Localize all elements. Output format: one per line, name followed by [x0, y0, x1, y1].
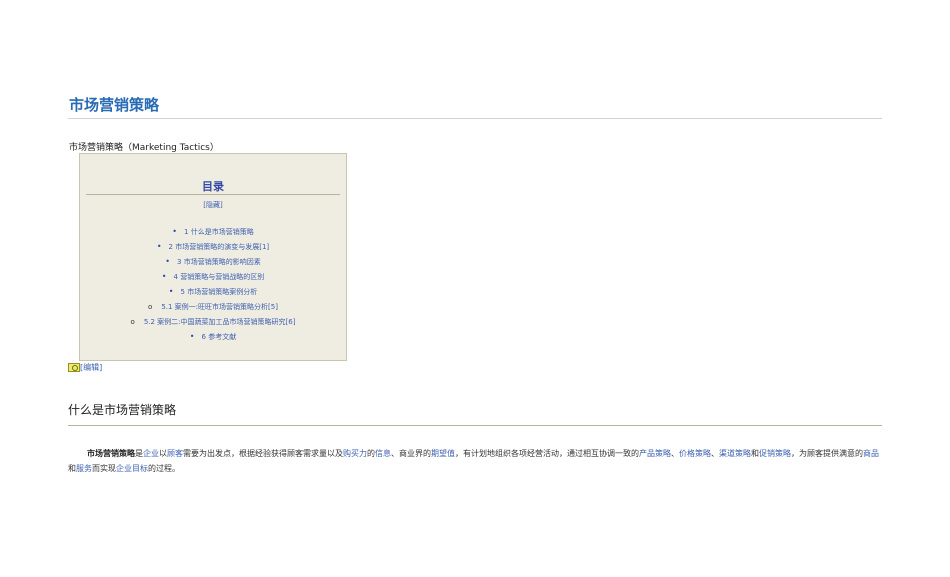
- section-heading: 什么是市场营销策略: [68, 403, 177, 417]
- toc-link[interactable]: 5 市场营销策略案例分析: [181, 288, 258, 296]
- text-run: 、: [671, 449, 679, 458]
- toc-item: • 3 市场营销策略的影响因素: [80, 257, 346, 267]
- inline-link[interactable]: 产品策略: [639, 449, 671, 458]
- toc-item: o 5.1 案例一:旺旺市场营销策略分析[5]: [80, 302, 346, 312]
- inline-link[interactable]: 企业目标: [116, 464, 148, 473]
- text-run: 需要为出发点，根据经验获得顾客需求量以及: [183, 449, 343, 458]
- inline-link[interactable]: 企业: [143, 449, 159, 458]
- toc-title: 目录: [202, 180, 224, 193]
- text-run: 是: [135, 449, 143, 458]
- toc-item: • 6 参考文献: [80, 332, 346, 342]
- toc-item: • 1 什么是市场营销策略: [80, 227, 346, 237]
- toc-item: o 5.2 案例二:中国蔬菜加工品市场营销策略研究[6]: [80, 317, 346, 327]
- section-divider: [68, 425, 882, 426]
- inline-link[interactable]: 购买力: [343, 449, 367, 458]
- toc-divider: [86, 194, 340, 195]
- inline-link[interactable]: 顾客: [167, 449, 183, 458]
- text-run: 、: [711, 449, 719, 458]
- bullet-icon: •: [172, 227, 178, 236]
- bullet-icon: •: [168, 287, 174, 296]
- edit-row: [编辑]: [68, 362, 102, 373]
- edit-link[interactable]: [编辑]: [80, 363, 102, 372]
- inline-link[interactable]: 服务: [76, 464, 92, 473]
- bullet-icon: •: [165, 257, 171, 266]
- table-of-contents: 目录 [隐藏] • 1 什么是市场营销策略 • 2 市场营销策略的演变与发展[1] • 3…: [79, 153, 347, 361]
- toc-link[interactable]: 2 市场营销策略的演变与发展[1]: [169, 243, 270, 251]
- inline-link[interactable]: 商品: [863, 449, 879, 458]
- inline-link[interactable]: 渠道策略: [719, 449, 751, 458]
- toc-link[interactable]: 3 市场营销策略的影响因素: [177, 258, 261, 266]
- inline-link[interactable]: 价格策略: [679, 449, 711, 458]
- toc-link[interactable]: 1 什么是市场营销策略: [184, 228, 254, 236]
- text-run: 而实现: [92, 464, 116, 473]
- text-run: ，有计划地组织各项经营活动，通过相互协调一致的: [455, 449, 639, 458]
- section-paragraph: 市场营销策略是企业以顾客需要为出发点，根据经验获得顾客需求量以及购买力的信息、商…: [68, 446, 882, 476]
- sub-bullet-icon: o: [130, 318, 135, 326]
- title-divider: [68, 118, 882, 119]
- sub-bullet-icon: o: [148, 303, 153, 311]
- bullet-icon: •: [189, 332, 195, 341]
- inline-link[interactable]: 信息: [375, 449, 391, 458]
- toc-link[interactable]: 4 营销策略与营销战略的区别: [174, 273, 265, 281]
- text-run: 和: [751, 449, 759, 458]
- bullet-icon: •: [156, 242, 162, 251]
- page-subtitle: 市场营销策略（Marketing Tactics）: [69, 143, 219, 153]
- toc-link[interactable]: 5.1 案例一:旺旺市场营销策略分析[5]: [161, 303, 278, 311]
- toc-hide-link[interactable]: [隐藏]: [80, 200, 346, 210]
- inline-link[interactable]: 期望值: [431, 449, 455, 458]
- page-title: 市场营销策略: [69, 96, 160, 114]
- text-run: 和: [68, 464, 76, 473]
- toc-item: • 4 营销策略与营销战略的区别: [80, 272, 346, 282]
- bold-term: 市场营销策略: [87, 449, 135, 458]
- toc-link[interactable]: 6 参考文献: [202, 333, 237, 341]
- text-run: 的: [367, 449, 375, 458]
- inline-link[interactable]: 促销策略: [759, 449, 791, 458]
- toc-item: • 2 市场营销策略的演变与发展[1]: [80, 242, 346, 252]
- bullet-icon: •: [161, 272, 167, 281]
- toc-link[interactable]: 5.2 案例二:中国蔬菜加工品市场营销策略研究[6]: [144, 318, 296, 326]
- text-run: 以: [159, 449, 167, 458]
- edit-icon[interactable]: [68, 363, 80, 372]
- text-run: 、商业界的: [391, 449, 431, 458]
- text-run: ，为顾客提供满意的: [791, 449, 863, 458]
- toc-item: • 5 市场营销策略案例分析: [80, 287, 346, 297]
- text-run: 的过程。: [148, 464, 180, 473]
